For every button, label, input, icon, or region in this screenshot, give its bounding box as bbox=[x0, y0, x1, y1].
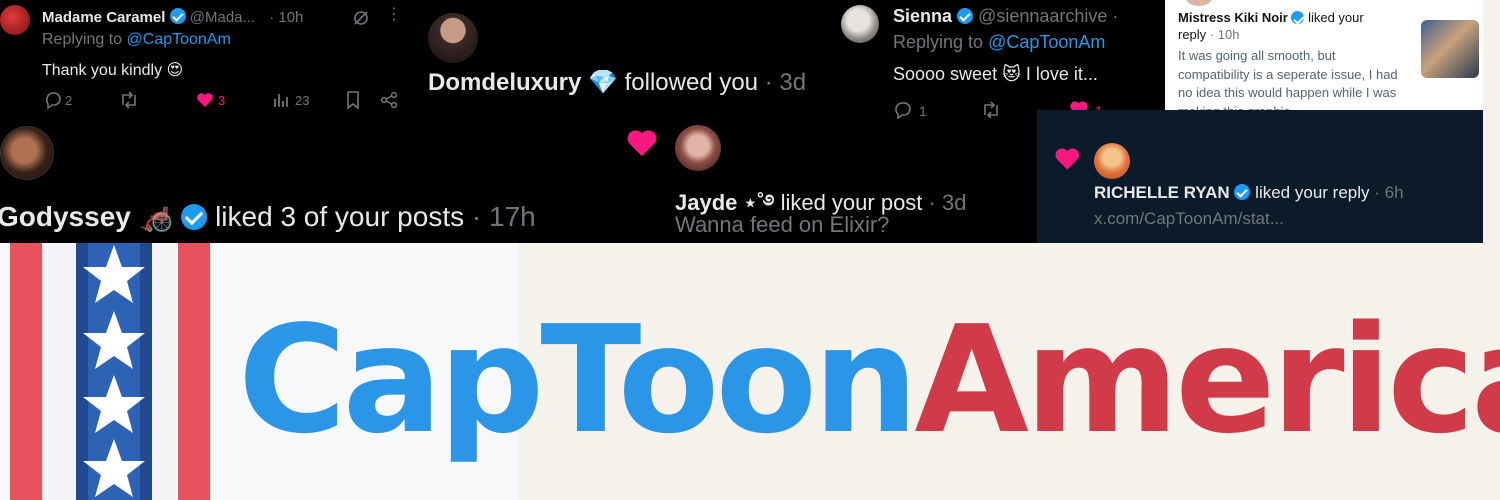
separator-dot: · bbox=[1112, 6, 1119, 26]
tweet-text: Thank you kindly bbox=[42, 62, 163, 79]
notification-domdeluxury[interactable]: Domdeluxury 💎 followed you · 3d bbox=[410, 0, 835, 124]
notification-time: · 17h bbox=[471, 201, 536, 232]
avatar[interactable] bbox=[1094, 143, 1130, 179]
replying-to-label: Replying to bbox=[42, 31, 123, 48]
gem-emoji: 💎 bbox=[588, 69, 618, 96]
reply-icon[interactable] bbox=[893, 101, 913, 119]
notification-godyssey[interactable]: Godyssey 🦽 liked 3 of your posts · 17h bbox=[0, 122, 632, 243]
grok-icon[interactable] bbox=[353, 10, 369, 26]
author-name[interactable]: Madame Caramel bbox=[42, 9, 165, 26]
verified-badge-icon bbox=[169, 8, 186, 24]
post-thumbnail[interactable] bbox=[1421, 20, 1479, 78]
reply-icon[interactable] bbox=[44, 91, 62, 109]
avatar[interactable] bbox=[0, 5, 30, 35]
brand-logo: CapToonAmerica bbox=[238, 285, 1500, 475]
notification-action: liked 3 of your posts bbox=[215, 201, 465, 232]
stars-stripes-band bbox=[10, 243, 210, 500]
author-handle[interactable]: @siennaarchive bbox=[978, 6, 1107, 26]
notification-action-2: reply bbox=[1178, 27, 1207, 42]
notification-kiki-noir[interactable]: Mistress Kiki Noir liked your reply · 10… bbox=[1165, 0, 1483, 113]
heart-icon bbox=[627, 131, 657, 158]
views-icon[interactable] bbox=[273, 92, 291, 108]
notification-time: · 10h bbox=[1209, 27, 1240, 42]
post-time: · 10h bbox=[269, 9, 304, 26]
replying-to-handle[interactable]: @CapToonAm bbox=[127, 31, 231, 48]
avatar[interactable] bbox=[0, 126, 54, 180]
author-handle[interactable]: @Mada... bbox=[190, 9, 255, 26]
liker-name[interactable]: Mistress Kiki Noir bbox=[1178, 10, 1288, 25]
post-preview: Wanna feed on Elixir? bbox=[675, 212, 890, 237]
liker-name[interactable]: RICHELLE RYAN bbox=[1094, 183, 1230, 202]
notification-time: · 3d bbox=[764, 69, 807, 96]
avatar[interactable] bbox=[1185, 0, 1213, 6]
reply-count: 1 bbox=[919, 103, 927, 119]
avatar[interactable] bbox=[841, 5, 879, 43]
like-icon[interactable] bbox=[196, 92, 214, 108]
verified-badge-icon bbox=[957, 8, 974, 24]
verified-badge-icon bbox=[1234, 184, 1251, 200]
follower-name[interactable]: Domdeluxury bbox=[428, 69, 581, 96]
quoted-reply-text: It was going all smooth, but compatibili… bbox=[1178, 48, 1398, 113]
bookmark-icon[interactable] bbox=[345, 91, 361, 109]
tweet-text: Soooo sweet bbox=[893, 64, 998, 84]
notification-time: · 3d bbox=[928, 190, 967, 215]
repost-icon[interactable] bbox=[981, 101, 1001, 119]
avatar[interactable] bbox=[428, 13, 478, 63]
tweet-emoji: 😍 bbox=[166, 62, 184, 79]
notification-jayde[interactable]: Jayde ⋆˚࿔ liked your post · 3d Wanna fee… bbox=[612, 122, 1037, 243]
avatar[interactable] bbox=[675, 125, 721, 171]
tweet-emoji: 😻 bbox=[1002, 64, 1021, 84]
wheelchair-emoji: 🦽 bbox=[138, 201, 174, 232]
verified-badge-icon bbox=[181, 204, 208, 230]
replying-to-label: Replying to bbox=[893, 32, 984, 52]
like-count: 3 bbox=[218, 93, 226, 108]
share-icon[interactable] bbox=[380, 91, 398, 109]
repost-icon[interactable] bbox=[119, 91, 139, 109]
view-count: 23 bbox=[295, 93, 310, 108]
notification-action: liked your bbox=[1308, 10, 1364, 25]
post-link[interactable]: x.com/CapToonAm/stat... bbox=[1094, 209, 1284, 229]
tweet-sienna[interactable]: Sienna @siennaarchive · Replying to @Cap… bbox=[835, 0, 1175, 124]
tweet-text-tail: I love it... bbox=[1025, 64, 1098, 84]
notification-action: followed you bbox=[624, 69, 759, 96]
tweet-madame-caramel[interactable]: Madame Caramel @Mada... · 10h ⋮ Replying… bbox=[0, 0, 410, 122]
reply-count: 2 bbox=[65, 93, 73, 108]
heart-icon bbox=[1055, 149, 1080, 171]
liker-name[interactable]: Godyssey bbox=[0, 201, 131, 232]
brand-part-captoon: CapToon bbox=[238, 294, 918, 466]
more-options-icon[interactable]: ⋮ bbox=[386, 4, 402, 24]
notification-richelle-ryan[interactable]: RICHELLE RYAN liked your reply · 6h x.co… bbox=[1037, 110, 1483, 243]
notification-time: · 6h bbox=[1374, 183, 1404, 202]
notification-action: liked your reply bbox=[1255, 183, 1370, 202]
replying-to-handle[interactable]: @CapToonAm bbox=[988, 32, 1105, 52]
verified-badge-icon bbox=[1291, 11, 1305, 24]
brand-part-america: America bbox=[914, 294, 1500, 466]
author-name[interactable]: Sienna bbox=[893, 6, 952, 26]
